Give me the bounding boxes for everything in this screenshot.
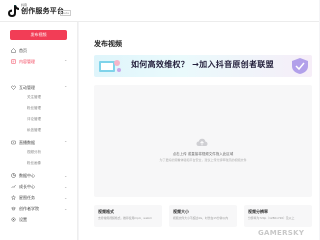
- sub-item-fans[interactable]: 粉丝管理: [27, 106, 41, 111]
- page-title: 发布视频: [94, 40, 122, 48]
- info-card-desc: 支持常用视频格式，推荐使用mp4、webm: [98, 216, 152, 220]
- banner-shield-icon: [292, 58, 308, 74]
- sub-item-comments[interactable]: 评论管理: [27, 117, 41, 122]
- chevron-down-icon: ⌄: [64, 206, 68, 211]
- info-card-title: 视频分辨率: [248, 209, 268, 214]
- sidebar-item-label: 设置: [19, 217, 27, 222]
- sidebar-item-academy[interactable]: 创作者学院 ⌄: [0, 204, 78, 213]
- chevron-down-icon: ⌄: [64, 184, 68, 189]
- sidebar-item-interaction[interactable]: 互动管理 ⌃: [0, 83, 78, 92]
- site-watermark: GAMERSKY: [258, 229, 305, 237]
- upload-dropzone[interactable]: 点击上传 或直接将视频文件拖入此区域 为了更好的观看体验和平台安全，建议上传分辨…: [94, 85, 312, 197]
- chevron-down-icon: ⌄: [64, 195, 68, 200]
- sub-item-fan-portrait[interactable]: 粉丝画像: [27, 161, 41, 166]
- sidebar-item-content[interactable]: 内容管理 ⌃: [0, 57, 78, 66]
- sub-item-video-analysis[interactable]: 视频分析: [27, 150, 41, 155]
- sidebar-item-label: 成长中心: [19, 184, 35, 189]
- live-data-icon: [11, 140, 16, 145]
- upload-subhint: 为了更好的观看体验和平台安全，建议上传分辨率较高的视频文件: [159, 158, 247, 162]
- sidebar-item-label: 数据中心: [19, 173, 35, 178]
- sidebar-item-data-center[interactable]: 数据中心 ⌄: [0, 171, 78, 180]
- publish-video-button[interactable]: 发布视频: [10, 30, 67, 40]
- main-panel: 发布视频 如何高效维权？ →加入抖音原创者联盟 点击上传 或直接将视频文件拖入此…: [79, 22, 319, 240]
- star-task-icon: [11, 195, 16, 200]
- info-card-desc: 视频文件大小不超过4G，时长在15分钟以内: [173, 216, 229, 220]
- sub-item-messages[interactable]: 私信管理: [27, 128, 41, 133]
- sidebar-item-settings[interactable]: 设置: [0, 215, 78, 224]
- sidebar-item-label: 首页: [19, 48, 27, 53]
- chevron-up-icon: ⌃: [64, 59, 68, 64]
- info-card-desc: 分辨率为720p（1280x720）及以上: [248, 216, 295, 220]
- beta-badge: Beta: [60, 10, 71, 16]
- sidebar-item-label: 内容管理: [19, 59, 35, 64]
- sidebar-item-label: 创作者学院: [19, 206, 39, 211]
- sidebar-item-label: 互动管理: [19, 85, 35, 90]
- top-bar: 抖音 创作服务平台 Beta: [0, 0, 319, 22]
- info-card-title: 视频大小: [173, 209, 189, 214]
- info-card-resolution: 视频分辨率 分辨率为720p（1280x720）及以上: [244, 205, 312, 227]
- growth-icon: [11, 184, 16, 189]
- home-icon: [11, 48, 16, 53]
- info-card-title: 视频格式: [98, 209, 114, 214]
- sub-item-follow[interactable]: 关注管理: [27, 95, 41, 100]
- sidebar-item-label: 星图任务: [19, 195, 35, 200]
- chevron-down-icon: ⌄: [64, 173, 68, 178]
- sidebar-item-star-task[interactable]: 星图任务 ⌄: [0, 193, 78, 202]
- promo-banner[interactable]: 如何高效维权？ →加入抖音原创者联盟: [94, 55, 312, 77]
- interaction-icon: [11, 85, 16, 90]
- sidebar-item-growth[interactable]: 成长中心 ⌄: [0, 182, 78, 191]
- settings-icon: [11, 217, 16, 222]
- info-card-size: 视频大小 视频文件大小不超过4G，时长在15分钟以内: [169, 205, 237, 227]
- chevron-up-icon: ⌃: [64, 85, 68, 90]
- chevron-up-icon: ⌃: [64, 140, 68, 145]
- sidebar-item-home[interactable]: 首页: [0, 46, 78, 55]
- sidebar: 发布视频 首页 内容管理 ⌃ 互动管理 ⌃ 关注管理 粉丝管理 评论管理 私信管…: [0, 22, 78, 240]
- brand-title[interactable]: 创作服务平台: [21, 7, 64, 16]
- academy-icon: [11, 206, 16, 211]
- banner-text: 如何高效维权？ →加入抖音原创者联盟: [131, 60, 274, 69]
- banner-illustration: [99, 60, 121, 72]
- sidebar-item-label: 直播数据: [19, 140, 35, 145]
- tiktok-logo-icon[interactable]: [8, 5, 19, 17]
- data-center-icon: [11, 173, 16, 178]
- info-card-format: 视频格式 支持常用视频格式，推荐使用mp4、webm: [94, 205, 162, 227]
- cloud-upload-icon: [196, 138, 208, 146]
- upload-hint: 点击上传 或直接将视频文件拖入此区域: [172, 152, 234, 156]
- content-icon: [11, 59, 16, 64]
- sidebar-item-live-data[interactable]: 直播数据 ⌃: [0, 138, 78, 147]
